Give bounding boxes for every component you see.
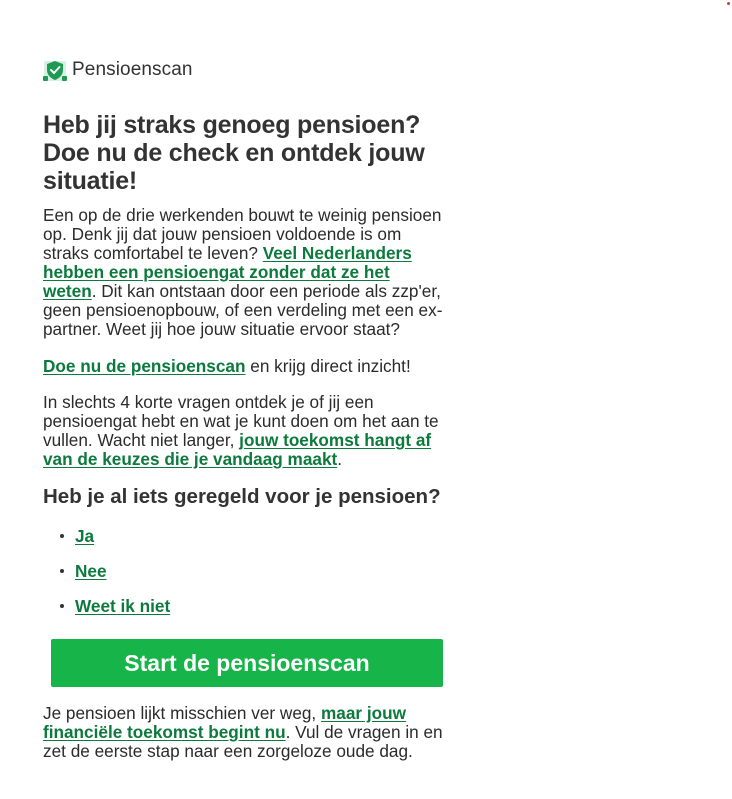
footer-paragraph: Je pensioen lijkt misschien ver weg, maa… [43,704,447,761]
page-title: Heb jij straks genoeg pensioen? Doe nu d… [43,111,425,195]
bullet-icon [60,533,64,538]
list-item: Weet ik niet [60,589,447,624]
explain-text-2: . [337,449,343,469]
brand-name: Pensioenscan [72,59,193,80]
do-scan-link[interactable]: Doe nu de pensioenscan [43,356,245,376]
cta-line-text: en krijg direct inzicht! [245,356,411,376]
question-title: Heb je al iets geregeld voor je pensioen… [43,485,441,508]
list-item: Nee [60,554,447,589]
bullet-icon [60,568,64,573]
brand: Pensioenscan [43,57,447,83]
footer-text-1: Je pensioen lijkt misschien ver weg, [43,703,321,723]
answer-yes-link[interactable]: Ja [75,526,94,547]
start-scan-button[interactable]: Start de pensioenscan [51,639,443,687]
advertorial-content: Pensioenscan Heb jij straks genoeg pensi… [43,57,447,761]
corner-dot [727,2,730,5]
pension-shield-icon [43,58,67,82]
intro-paragraph: Een op de drie werkenden bouwt te weinig… [43,206,447,339]
answer-options: Ja Nee Weet ik niet [43,519,447,624]
explain-paragraph: In slechts 4 korte vragen ontdek je of j… [43,393,447,469]
answer-dont-know-link[interactable]: Weet ik niet [75,596,170,617]
cta-line-paragraph: Doe nu de pensioenscan en krijg direct i… [43,357,447,376]
list-item: Ja [60,519,447,554]
intro-text-2: . Dit kan ontstaan door een periode als … [43,281,443,339]
bullet-icon [60,603,64,608]
answer-no-link[interactable]: Nee [75,561,107,582]
